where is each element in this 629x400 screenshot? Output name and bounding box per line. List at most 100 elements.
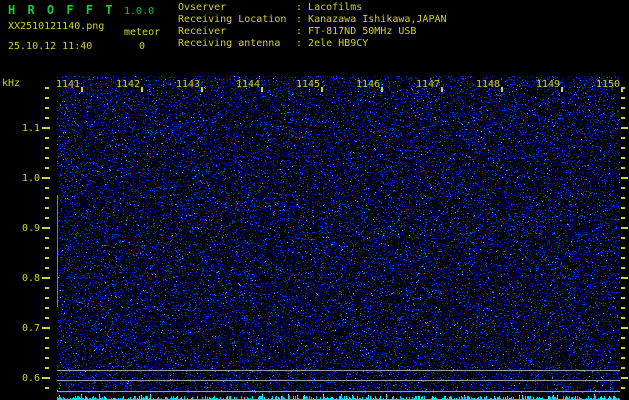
- y-minor-tick-right: [621, 117, 625, 119]
- y-major-tick-left: [42, 227, 50, 229]
- y-minor-tick-left: [45, 147, 49, 149]
- x-tick-label: 1149: [536, 79, 561, 90]
- y-minor-tick-left: [45, 87, 49, 89]
- y-minor-tick-right: [621, 97, 625, 99]
- y-axis-unit-label: kHz: [2, 78, 21, 89]
- y-minor-tick-right: [621, 267, 625, 269]
- carrier-line: [57, 391, 620, 392]
- y-minor-tick-right: [621, 337, 625, 339]
- y-major-tick-right: [621, 277, 628, 279]
- x-tick-mark: [501, 87, 503, 92]
- y-minor-tick-right: [621, 287, 625, 289]
- y-minor-tick-left: [45, 167, 49, 169]
- app-version: 1.0.0: [124, 6, 155, 17]
- info-row-receiver: Receiver: FT-817ND 50MHz USB: [178, 26, 447, 38]
- y-minor-tick-left: [45, 267, 49, 269]
- x-tick-label: 1143: [176, 79, 201, 90]
- x-tick-label: 1147: [416, 79, 441, 90]
- y-minor-tick-left: [45, 317, 49, 319]
- y-tick-label: 1.1: [21, 123, 40, 134]
- output-filename: XX2510121140.png: [8, 21, 105, 32]
- y-minor-tick-right: [621, 367, 625, 369]
- info-value: Lacofilms: [308, 2, 363, 13]
- y-minor-tick-left: [45, 247, 49, 249]
- x-tick-mark: [201, 87, 203, 92]
- signal-level-trace: [57, 393, 620, 400]
- timestamp: 25.10.12 11:40: [8, 41, 93, 52]
- spectrogram-plot: [57, 76, 620, 393]
- y-minor-tick-left: [45, 257, 49, 259]
- y-tick-label: 0.8: [21, 273, 40, 284]
- info-separator: :: [296, 26, 309, 37]
- y-major-tick-right: [621, 377, 628, 379]
- y-major-tick-left: [42, 327, 50, 329]
- y-minor-tick-left: [45, 347, 49, 349]
- y-tick-label: 0.9: [21, 223, 40, 234]
- info-label: Ovserver: [178, 2, 227, 13]
- y-minor-tick-left: [45, 107, 49, 109]
- x-tick-label: 1145: [296, 79, 321, 90]
- x-tick-label: 1148: [476, 79, 501, 90]
- y-minor-tick-right: [621, 187, 625, 189]
- info-label: Receiving antenna: [178, 38, 281, 49]
- y-minor-tick-right: [621, 207, 625, 209]
- y-minor-tick-left: [45, 337, 49, 339]
- x-tick-label: 1150: [596, 79, 621, 90]
- hrofft-app-window: { "header": { "title": "H R O F F T", "v…: [0, 0, 629, 400]
- y-minor-tick-right: [621, 357, 625, 359]
- edge-echo-trace: [57, 195, 58, 307]
- y-major-tick-right: [621, 127, 628, 129]
- y-tick-label: 1.0: [21, 173, 40, 184]
- y-tick-label: 0.6: [21, 373, 40, 384]
- x-tick-mark: [261, 87, 263, 92]
- info-row-location: Receiving Location: Kanazawa Ishikawa,JA…: [178, 14, 447, 26]
- y-major-tick-left: [42, 277, 50, 279]
- info-row-observer: Ovserver: Lacofilms: [178, 2, 447, 14]
- info-separator: :: [296, 2, 309, 13]
- y-minor-tick-right: [621, 387, 625, 389]
- y-minor-tick-right: [621, 317, 625, 319]
- y-minor-tick-right: [621, 257, 625, 259]
- y-minor-tick-left: [45, 217, 49, 219]
- station-info-block: Ovserver: Lacofilms Receiving Location: …: [178, 2, 447, 50]
- y-minor-tick-right: [621, 87, 625, 89]
- y-major-tick-left: [42, 177, 50, 179]
- y-minor-tick-right: [621, 197, 625, 199]
- y-minor-tick-right: [621, 167, 625, 169]
- y-minor-tick-left: [45, 157, 49, 159]
- info-value: FT-817ND 50MHz USB: [308, 26, 417, 37]
- carrier-line: [57, 370, 620, 371]
- x-tick-mark: [321, 87, 323, 92]
- meteor-count: 0: [139, 41, 146, 52]
- y-minor-tick-left: [45, 287, 49, 289]
- x-tick-mark: [561, 87, 563, 92]
- y-major-tick-right: [621, 177, 628, 179]
- y-minor-tick-right: [621, 307, 625, 309]
- mode-label: meteor: [124, 27, 161, 38]
- y-major-tick-right: [621, 327, 628, 329]
- y-minor-tick-left: [45, 137, 49, 139]
- y-minor-tick-left: [45, 237, 49, 239]
- y-minor-tick-right: [621, 217, 625, 219]
- y-tick-label: 0.7: [21, 323, 40, 334]
- y-minor-tick-right: [621, 157, 625, 159]
- info-separator: :: [296, 38, 309, 49]
- y-minor-tick-right: [621, 107, 625, 109]
- y-minor-tick-right: [621, 297, 625, 299]
- info-row-antenna: Receiving antenna: 2ele HB9CY: [178, 38, 447, 50]
- y-minor-tick-right: [621, 137, 625, 139]
- y-minor-tick-right: [621, 237, 625, 239]
- x-tick-label: 1142: [116, 79, 141, 90]
- y-major-tick-right: [621, 227, 628, 229]
- x-tick-mark: [81, 87, 83, 92]
- y-minor-tick-right: [621, 347, 625, 349]
- x-tick-label: 1146: [356, 79, 381, 90]
- x-tick-mark: [381, 87, 383, 92]
- x-tick-label: 1141: [56, 79, 81, 90]
- info-separator: :: [296, 14, 309, 25]
- y-minor-tick-right: [621, 247, 625, 249]
- y-minor-tick-left: [45, 357, 49, 359]
- info-label: Receiver: [178, 26, 227, 37]
- x-tick-label: 1144: [236, 79, 261, 90]
- info-value: 2ele HB9CY: [308, 38, 369, 49]
